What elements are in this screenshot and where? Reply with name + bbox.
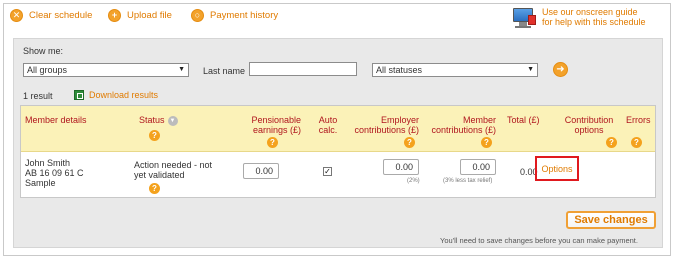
guide-line-2: for help with this schedule [542,17,646,27]
employer-contribution-input[interactable]: 0.00 [383,159,419,175]
auto-calc-checkbox[interactable]: ✓ [323,167,332,176]
clear-icon: ✕ [10,9,23,22]
help-icon[interactable]: ? [631,137,642,148]
sort-icon[interactable]: ▼ [167,115,178,126]
onscreen-guide-link[interactable]: Use our onscreen guide for help with thi… [511,7,646,29]
col-member-line-1: Member [462,115,496,125]
group-select-value: All groups [27,65,68,75]
col-contrib-line-1: Contribution [564,115,614,125]
member-details-cell: John Smith AB 16 09 61 C Sample [25,158,84,188]
chevron-down-icon: ▼ [527,66,534,73]
options-link[interactable]: Options [535,156,579,181]
employer-note: (2%) [407,178,420,184]
help-icon[interactable]: ? [404,137,415,148]
col-auto-line-1: Auto [318,115,338,125]
save-note: You'll need to save changes before you c… [440,236,638,245]
member-group: Sample [25,178,56,188]
monitor-guide-icon [511,7,537,29]
options-label: Options [541,163,573,174]
last-name-label: Last name [203,66,246,76]
col-auto-calc: Auto calc. [315,115,341,135]
col-contribution-options: Contribution options [561,115,617,135]
show-me-label: Show me: [23,46,64,56]
help-icon[interactable]: ? [267,137,278,148]
spreadsheet-icon [74,90,84,100]
member-ni: AB 16 09 61 C [25,168,84,178]
payment-history-label: Payment history [210,10,279,21]
col-total: Total (£) [507,115,540,125]
col-member-line-2: contributions (£) [431,125,496,135]
col-contrib-line-2: options [574,125,604,135]
upload-file-label: Upload file [127,10,172,21]
last-name-input[interactable] [249,62,357,76]
status-line-1: Action needed - not [134,160,213,170]
payment-history-link[interactable]: ○ Payment history [191,9,278,22]
status-select-value: All statuses [376,65,423,75]
col-status-label: Status [139,115,165,125]
help-icon[interactable]: ? [481,137,492,148]
group-select[interactable]: All groups ▼ [23,63,189,77]
col-employer-line-1: Employer [380,115,419,125]
member-name: John Smith [25,158,71,168]
col-auto-line-2: calc. [318,125,338,135]
download-results-label: Download results [89,90,159,100]
status-select[interactable]: All statuses ▼ [372,63,538,77]
upload-file-link[interactable]: + Upload file [108,9,172,22]
help-icon[interactable]: ? [606,137,617,148]
col-employer-line-2: contributions (£) [354,125,419,135]
pensionable-earnings-input[interactable]: 0.00 [243,163,279,179]
arrow-right-icon: ➜ [556,64,565,75]
clear-schedule-link[interactable]: ✕ Clear schedule [10,9,92,22]
guide-line-1: Use our onscreen guide [542,7,638,17]
table-header: Member details Status ▼ ? Pensionable ear… [21,106,655,152]
col-member: Member contributions (£) [426,115,496,135]
save-changes-button[interactable]: Save changes [566,211,656,229]
magnifier-icon: ○ [191,9,204,22]
col-status[interactable]: Status ▼ [139,115,178,126]
go-arrow-button[interactable]: ➜ [553,62,568,77]
status-cell: Action needed - not yet validated [134,160,212,180]
member-note: (3% less tax relief) [443,178,493,184]
download-results-link[interactable]: Download results [74,90,158,100]
result-count: 1 result [23,91,53,101]
upload-icon: + [108,9,121,22]
chevron-down-icon: ▼ [178,66,185,73]
members-table: Member details Status ▼ ? Pensionable ear… [20,105,656,198]
help-icon[interactable]: ? [149,183,160,194]
col-member-details: Member details [25,115,87,125]
clear-schedule-label: Clear schedule [29,10,93,21]
col-employer: Employer contributions (£) [349,115,419,135]
col-pensionable-line-2: earnings (£) [252,125,301,135]
status-line-2: yet validated [134,170,185,180]
col-pensionable: Pensionable earnings (£) [243,115,301,135]
col-errors: Errors [626,115,651,125]
help-icon[interactable]: ? [149,130,160,141]
col-pensionable-line-1: Pensionable [251,115,301,125]
member-contribution-input[interactable]: 0.00 [460,159,496,175]
